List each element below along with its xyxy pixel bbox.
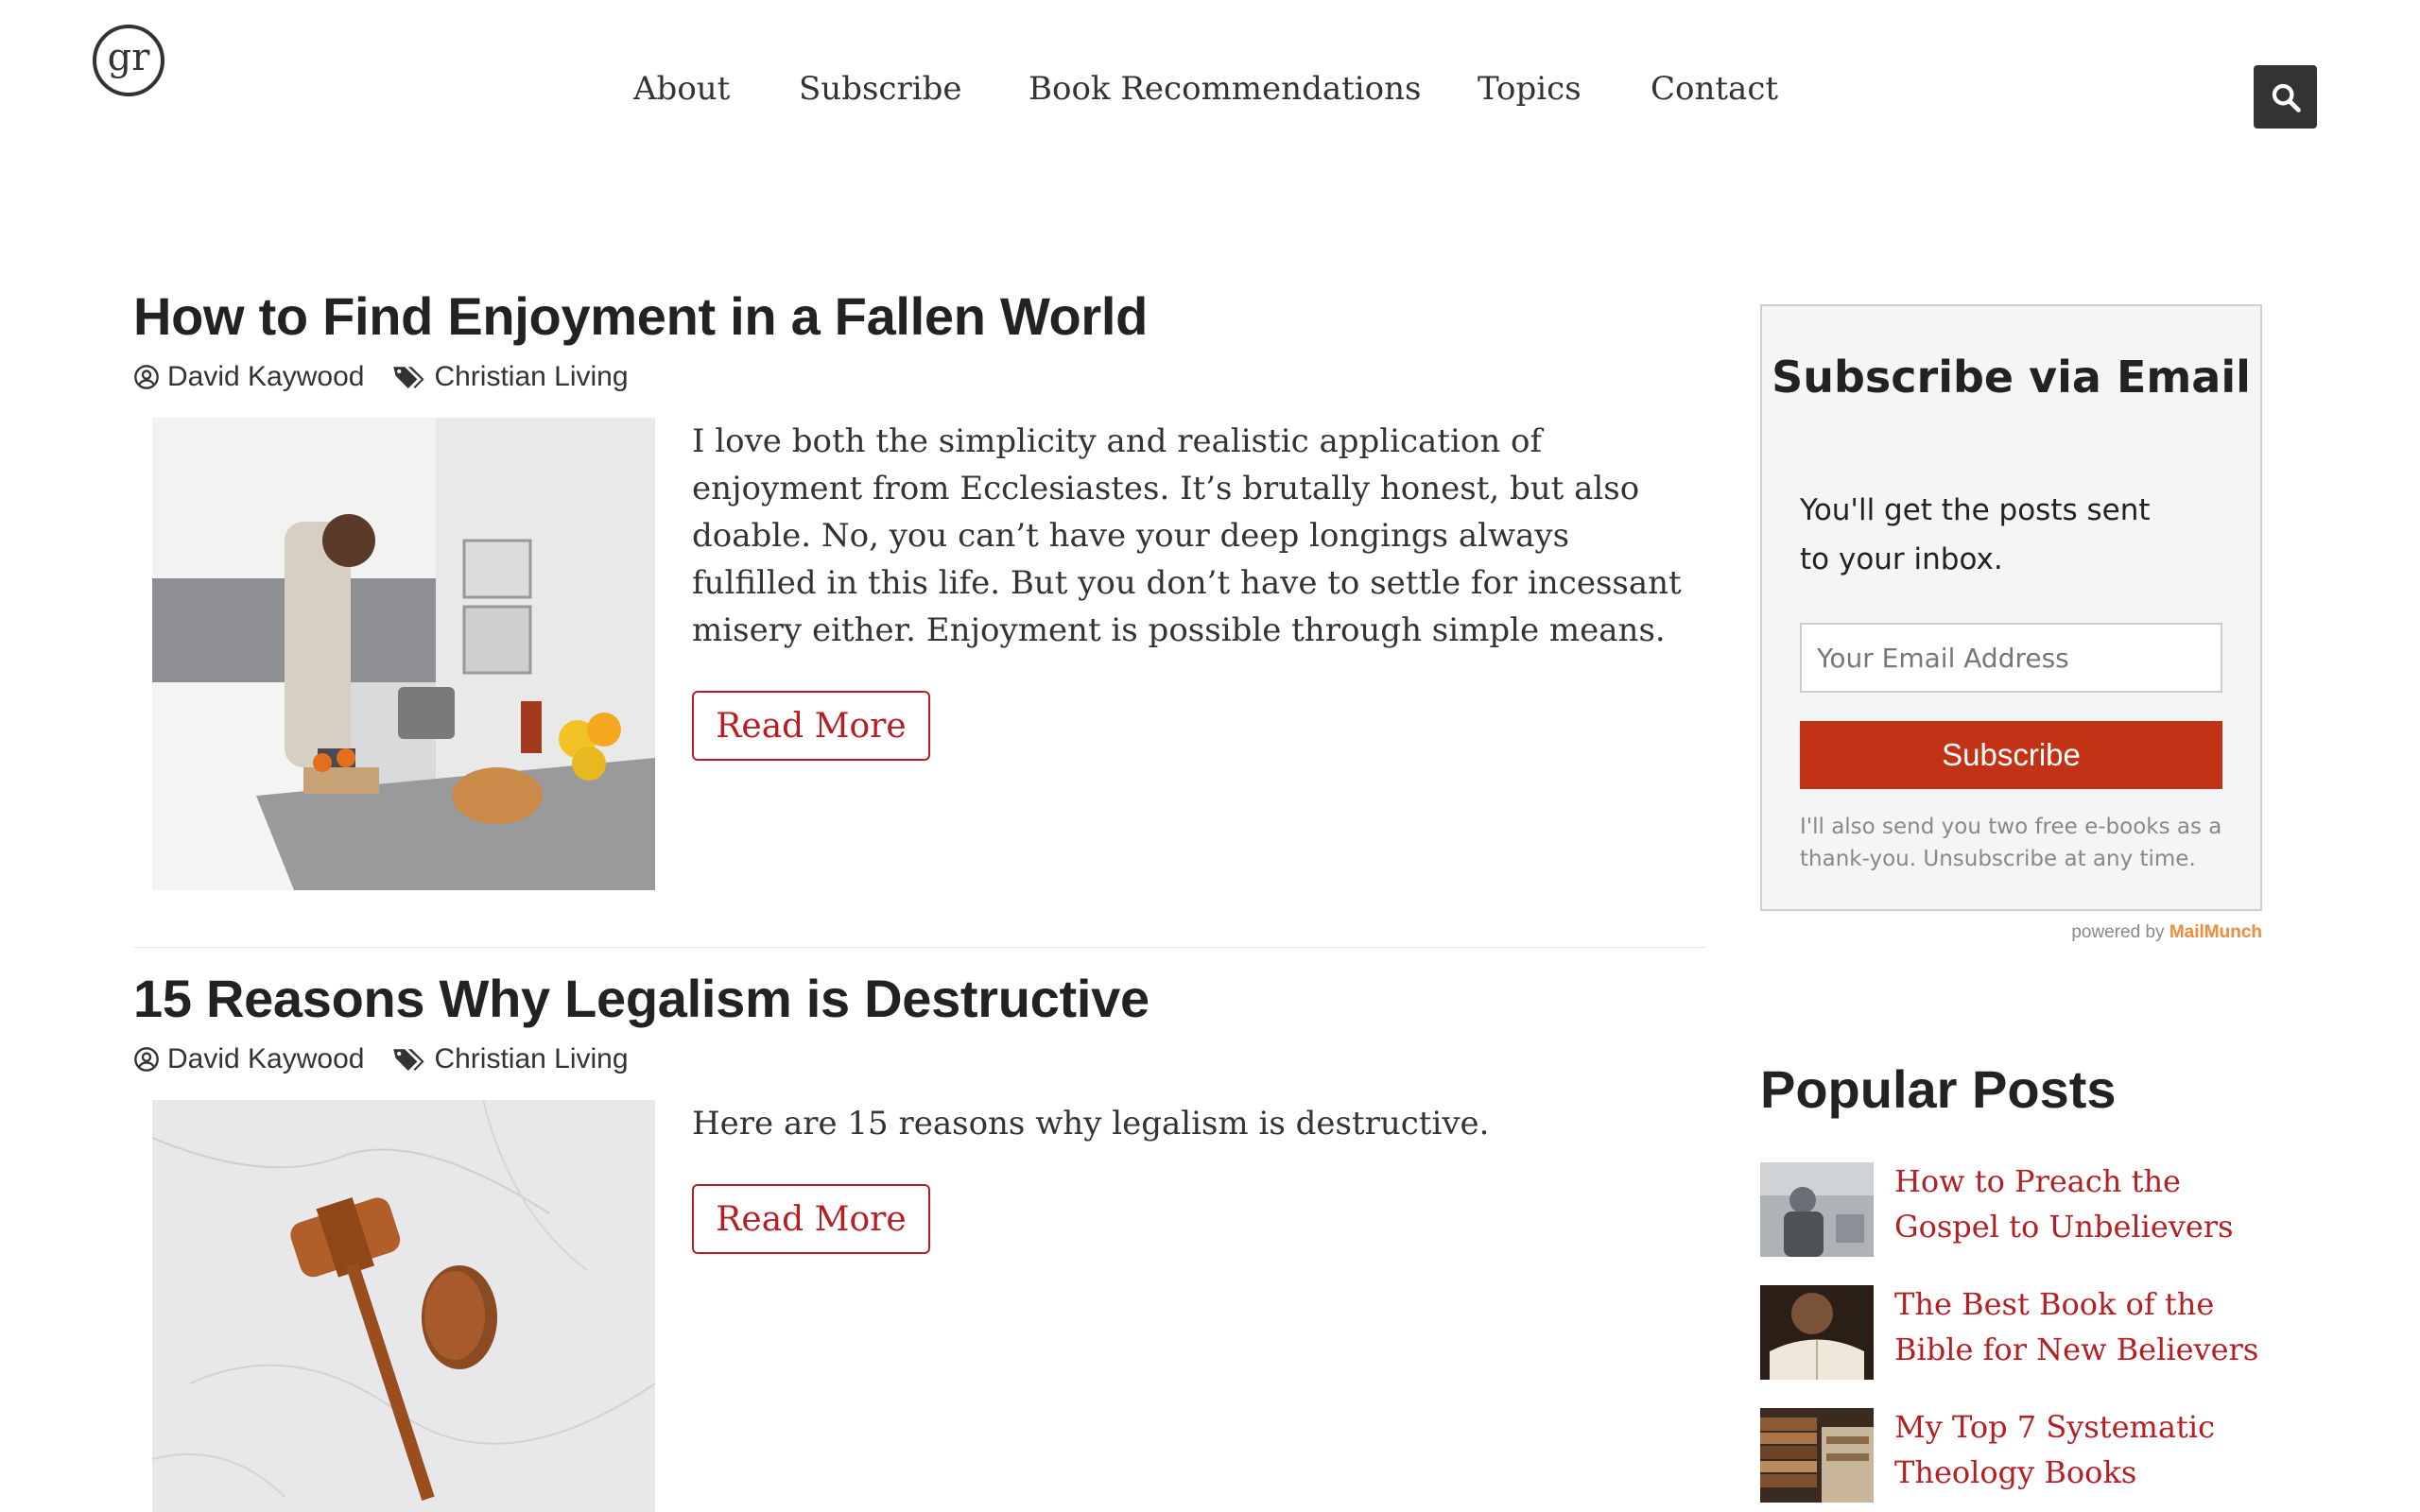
nav-contact[interactable]: Contact bbox=[1651, 70, 1778, 108]
subscribe-title: Subscribe via Email bbox=[1772, 352, 2251, 403]
nav-topics[interactable]: Topics bbox=[1478, 70, 1582, 108]
subscribe-note: I'll also send you two free e-books as a… bbox=[1800, 815, 2222, 871]
user-circle-icon bbox=[133, 364, 160, 390]
email-input[interactable] bbox=[1800, 623, 2222, 693]
popular-post-item[interactable]: How to Preach the Gospel to Unbelievers bbox=[1760, 1162, 2271, 1257]
post-author[interactable]: David Kaywood bbox=[167, 361, 364, 393]
read-more-button[interactable]: Read More bbox=[692, 691, 930, 761]
popular-post-link[interactable]: My Top 7 Systematic Theology Books bbox=[1894, 1404, 2273, 1495]
post-excerpt: Here are 15 reasons why legalism is dest… bbox=[692, 1105, 1490, 1143]
powered-by[interactable]: powered by MailMunch bbox=[2071, 922, 2262, 943]
post-author[interactable]: David Kaywood bbox=[167, 1043, 364, 1075]
post-category[interactable]: Christian Living bbox=[434, 361, 628, 393]
read-more-button[interactable]: Read More bbox=[692, 1184, 930, 1254]
tags-icon bbox=[392, 1045, 426, 1074]
tags-icon bbox=[392, 363, 426, 391]
post-title[interactable]: 15 Reasons Why Legalism is Destructive bbox=[133, 968, 1150, 1029]
user-circle-icon bbox=[133, 1046, 160, 1073]
post-meta: David Kaywood Christian Living bbox=[133, 358, 629, 396]
post-thumbnail-gavel[interactable] bbox=[152, 1100, 655, 1512]
subscribe-button[interactable]: Subscribe bbox=[1800, 721, 2222, 789]
nav-book-recommendations[interactable]: Book Recommendations bbox=[1028, 70, 1421, 108]
popular-posts-heading: Popular Posts bbox=[1760, 1059, 2117, 1119]
popular-post-link[interactable]: How to Preach the Gospel to Unbelievers bbox=[1894, 1159, 2273, 1249]
popular-post-item[interactable]: My Top 7 Systematic Theology Books bbox=[1760, 1408, 2271, 1503]
post-category[interactable]: Christian Living bbox=[434, 1043, 628, 1075]
subscribe-widget: Subscribe via Email You'll get the posts… bbox=[1760, 304, 2262, 911]
powered-by-label: powered by bbox=[2071, 922, 2165, 942]
nav-subscribe[interactable]: Subscribe bbox=[799, 70, 961, 108]
post-thumbnail-kitchen[interactable] bbox=[152, 418, 655, 890]
post-excerpt: I love both the simplicity and realistic… bbox=[692, 422, 1682, 649]
search-button[interactable] bbox=[2254, 65, 2317, 129]
popular-post-thumbnail[interactable] bbox=[1760, 1162, 1874, 1257]
subscribe-description: You'll get the posts sent to your inbox. bbox=[1800, 493, 2151, 576]
post-title[interactable]: How to Find Enjoyment in a Fallen World bbox=[133, 285, 1148, 347]
search-icon bbox=[2272, 83, 2301, 112]
popular-post-link[interactable]: The Best Book of the Bible for New Belie… bbox=[1894, 1281, 2273, 1372]
post-meta: David Kaywood Christian Living bbox=[133, 1040, 629, 1078]
popular-post-thumbnail[interactable] bbox=[1760, 1408, 1874, 1503]
mailmunch-brand: MailMunch bbox=[2169, 922, 2262, 942]
nav-about[interactable]: About bbox=[633, 70, 730, 108]
post-divider bbox=[133, 947, 1705, 948]
popular-post-item[interactable]: The Best Book of the Bible for New Belie… bbox=[1760, 1285, 2271, 1380]
popular-post-thumbnail[interactable] bbox=[1760, 1285, 1874, 1380]
main-nav: About Subscribe Book Recommendations Top… bbox=[0, 70, 2420, 127]
